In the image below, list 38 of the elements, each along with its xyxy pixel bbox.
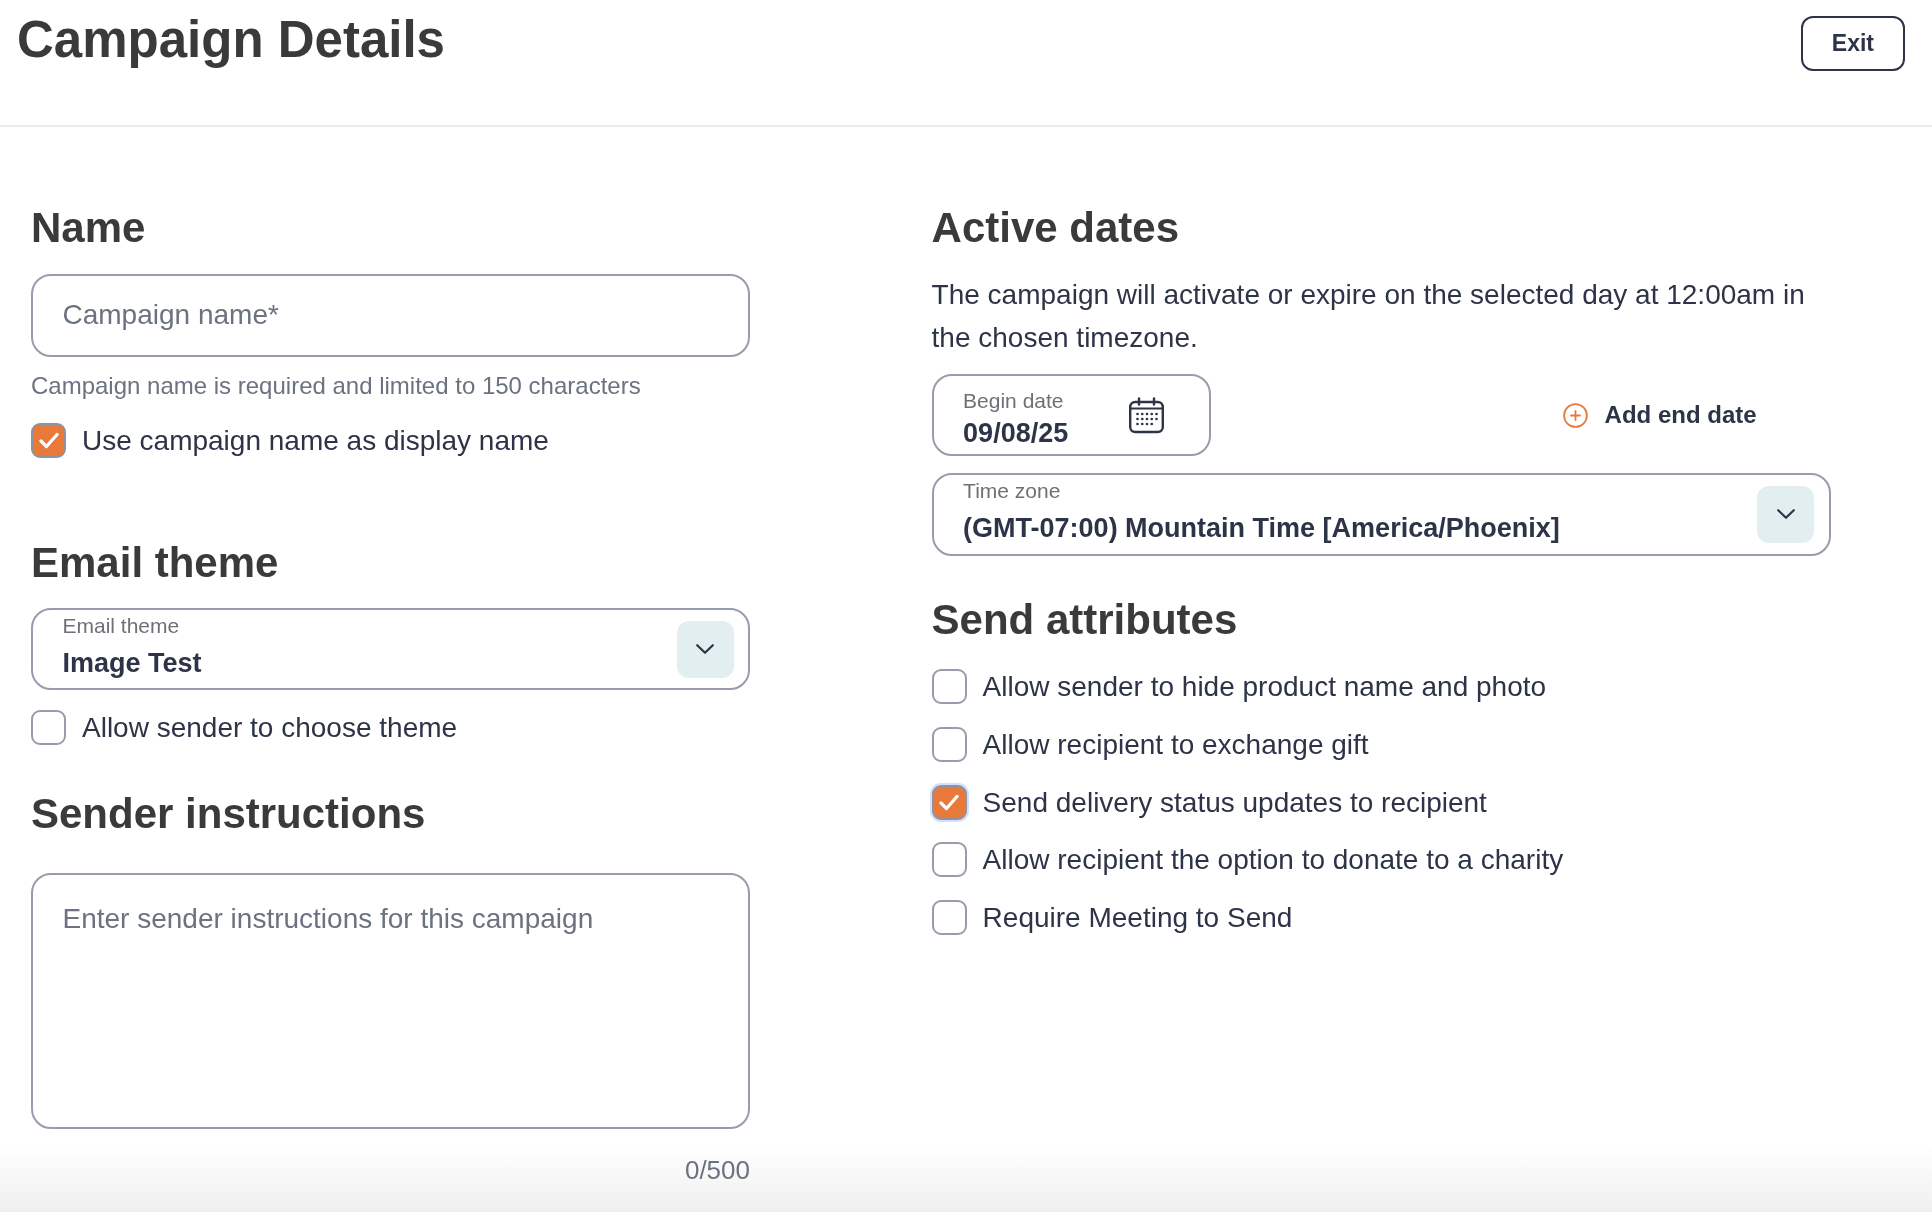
description-text: The campaign will activate or expire on the selected day at 12:00am in the chosen timezone. <box>931 277 1806 355</box>
page-title: Campaign Details <box>17 10 445 70</box>
checkbox[interactable] <box>931 900 967 936</box>
checkbox[interactable] <box>31 710 66 745</box>
option-label: Allow recipient to exchange gift <box>982 727 1369 762</box>
dropdown-button[interactable] <box>1757 486 1815 543</box>
check-icon <box>939 793 960 811</box>
section-heading: Email theme <box>31 538 279 588</box>
plus-circle-icon <box>1562 402 1588 428</box>
calendar-icon[interactable] <box>1127 396 1165 434</box>
checkbox[interactable] <box>931 668 967 704</box>
option-label: Allow sender to hide product name and photo <box>982 669 1547 704</box>
section-heading: Send attributes <box>931 595 1238 646</box>
section-heading: Active dates <box>931 203 1180 253</box>
chevron-down-icon <box>696 644 714 654</box>
theme-select[interactable]: Email theme Image Test <box>31 608 750 690</box>
add-end-date-button[interactable]: Add end date <box>1562 401 1757 430</box>
checkbox[interactable] <box>931 784 967 820</box>
time-zone-select[interactable]: Time zone (GMT-07:00) Mountain Time [America/Phoenix] <box>931 473 1831 556</box>
dropdown-button[interactable] <box>676 620 734 678</box>
character-count: 0/500 <box>684 1154 750 1186</box>
option-label: Use campaign name as display name <box>82 423 549 458</box>
option-label: Require Meeting to Send <box>982 901 1293 936</box>
option-label: Allow recipient the option to donate to a charity <box>982 843 1564 878</box>
exit-button[interactable]: Exit <box>1800 16 1905 71</box>
checkbox[interactable] <box>931 842 967 878</box>
chevron-down-icon <box>1776 509 1795 520</box>
option-label: Allow sender to choose theme <box>82 711 458 745</box>
checkbox[interactable] <box>31 422 66 458</box>
checkbox[interactable] <box>931 726 967 762</box>
section-heading: Sender instructions <box>31 789 426 839</box>
begin-date-field[interactable]: Begin date 09/08/25 <box>931 374 1211 457</box>
check-icon <box>38 431 59 449</box>
campaign-name-field[interactable]: Campaign name* <box>31 273 750 357</box>
section-heading: Name <box>31 203 146 253</box>
helper-text: Campaign name is required and limited to 150 characters <box>31 371 641 401</box>
option-label: Send delivery status updates to recipient <box>982 785 1487 820</box>
instructions-field[interactable]: Enter sender instructions for this campaign <box>31 872 750 1129</box>
